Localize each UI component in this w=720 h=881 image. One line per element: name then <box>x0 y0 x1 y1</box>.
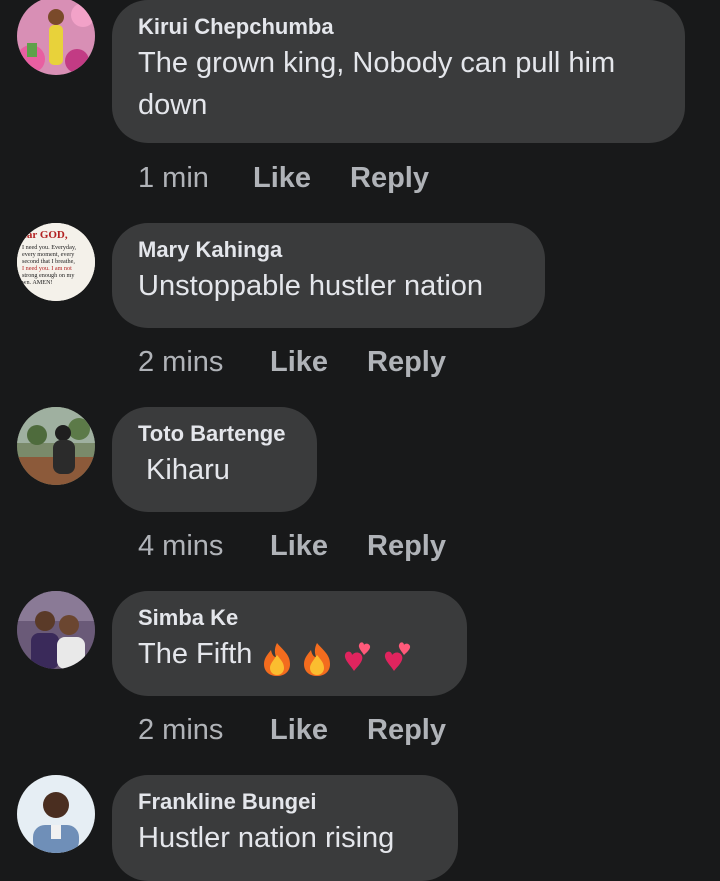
comment-author[interactable]: Kirui Chepchumba <box>138 12 659 42</box>
comment-author[interactable]: Toto Bartenge <box>138 419 291 449</box>
avatar[interactable] <box>17 591 95 669</box>
comment-actions: 2 mins Like Reply <box>138 710 446 750</box>
two-hearts-emoji-icon <box>380 641 414 677</box>
avatar-caption: ear GOD, <box>22 229 68 241</box>
comment-text: Hustler nation rising <box>138 822 395 854</box>
comment-bubble[interactable]: Toto Bartenge Kiharu <box>112 407 317 512</box>
comment-bubble[interactable]: Mary Kahinga Unstoppable hustler nation <box>112 223 545 328</box>
comment-time[interactable]: 1 min <box>138 158 253 198</box>
two-hearts-emoji-icon <box>340 641 374 677</box>
comment-text: Kiharu <box>138 454 230 486</box>
fire-emoji-icon <box>260 641 294 677</box>
reply-button[interactable]: Reply <box>350 158 429 198</box>
comment-text-content: The Fifth <box>138 638 253 670</box>
comment-actions: 1 min Like Reply <box>138 158 429 198</box>
comment-author[interactable]: Frankline Bungei <box>138 787 432 817</box>
prayer-text-photo-icon: ear GOD, I need you. Everyday, every mom… <box>17 223 95 301</box>
avatar[interactable] <box>17 0 95 75</box>
like-button[interactable]: Like <box>270 710 367 750</box>
emoji-group <box>260 637 420 679</box>
comment-actions: 4 mins Like Reply <box>138 526 446 566</box>
avatar[interactable]: ear GOD, I need you. Everyday, every mom… <box>17 223 95 301</box>
avatar-caption: wn. AMEN! <box>22 279 53 286</box>
like-button[interactable]: Like <box>270 526 367 566</box>
comment-time[interactable]: 2 mins <box>138 342 270 382</box>
avatar[interactable] <box>17 407 95 485</box>
comment-actions: 2 mins Like Reply <box>138 342 446 382</box>
comment-bubble[interactable]: Simba Ke The Fifth <box>112 591 467 696</box>
profile-photo-icon <box>17 591 95 669</box>
like-button[interactable]: Like <box>253 158 350 198</box>
like-button[interactable]: Like <box>270 342 367 382</box>
comment-text: Unstoppable hustler nation <box>138 270 484 302</box>
comments-feed: Kirui Chepchumba The grown king, Nobody … <box>0 0 720 881</box>
profile-photo-icon <box>17 407 95 485</box>
avatar-caption: second that I breathe, <box>22 258 75 265</box>
reply-button[interactable]: Reply <box>367 342 446 382</box>
comment-text: The grown king, Nobody can pull him down <box>138 47 616 121</box>
avatar-caption: strong enough on my <box>22 272 75 279</box>
avatar-caption: I need you. Everyday, <box>22 244 77 251</box>
avatar[interactable] <box>17 775 95 853</box>
comment-time[interactable]: 2 mins <box>138 710 270 750</box>
fire-emoji-icon <box>300 641 334 677</box>
profile-photo-icon <box>17 775 95 853</box>
comment-author[interactable]: Simba Ke <box>138 603 441 633</box>
avatar-caption: every moment, every <box>22 251 75 258</box>
profile-photo-icon <box>17 0 95 75</box>
comment-author[interactable]: Mary Kahinga <box>138 235 519 265</box>
reply-button[interactable]: Reply <box>367 526 446 566</box>
comment-text: The Fifth <box>138 633 441 679</box>
reply-button[interactable]: Reply <box>367 710 446 750</box>
avatar-caption: I need you. I am not <box>22 265 72 272</box>
comment-time[interactable]: 4 mins <box>138 526 270 566</box>
comment-bubble[interactable]: Kirui Chepchumba The grown king, Nobody … <box>112 0 685 143</box>
comment-bubble[interactable]: Frankline Bungei Hustler nation rising <box>112 775 458 881</box>
